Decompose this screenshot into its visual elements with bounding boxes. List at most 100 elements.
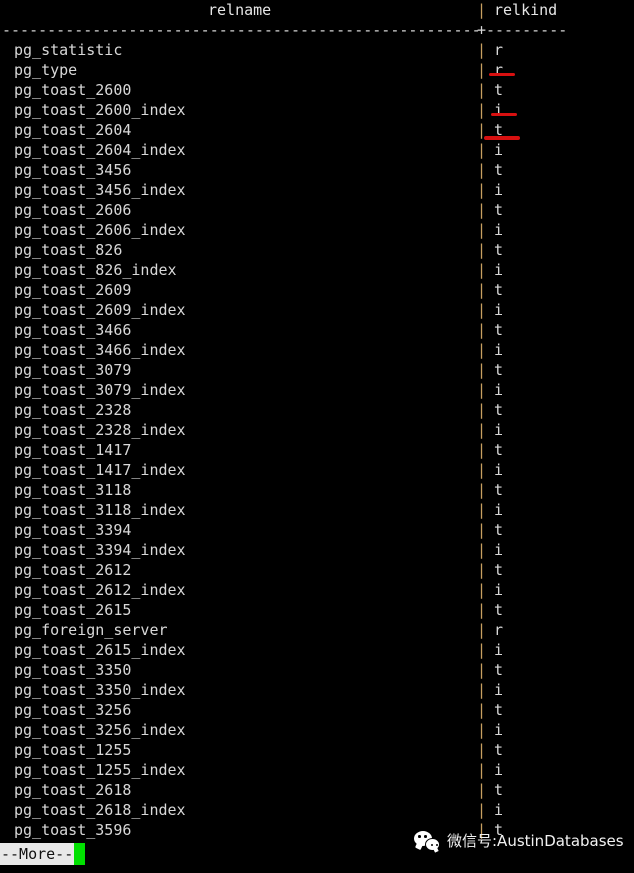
cell-relkind: t [494,241,504,259]
table-row: pg_foreign_server | r [0,620,634,640]
cell-relname: pg_toast_1255 [14,741,132,759]
cell-relname: pg_toast_2606 [14,201,132,219]
cell-relname: pg_toast_3350 [14,661,132,679]
cell-relkind: i [494,681,504,699]
cell-relname: pg_toast_2618_index [14,801,186,819]
table-row: pg_toast_2618 | t [0,780,634,800]
cell-relname: pg_toast_3350_index [14,681,186,699]
table-row: pg_toast_3256_index | i [0,720,634,740]
cell-relkind: t [494,361,504,379]
cell-relname: pg_toast_2612 [14,561,132,579]
row-divider-pipe: | [477,701,487,719]
cell-relkind: i [494,421,504,439]
table-row: pg_toast_2606_index | i [0,220,634,240]
cell-relkind: i [494,381,504,399]
cell-relkind: t [494,81,504,99]
table-header-row: relname | relkind [0,0,634,20]
cell-relname: pg_toast_1417_index [14,461,186,479]
row-divider-pipe: | [477,361,487,379]
row-divider-pipe: | [477,61,487,79]
table-row: pg_toast_2328_index | i [0,420,634,440]
cell-relname: pg_toast_2606_index [14,221,186,239]
cell-relname: pg_toast_2609_index [14,301,186,319]
table-row: pg_toast_3456_index | i [0,180,634,200]
row-divider-pipe: | [477,321,487,339]
cell-relkind: t [494,701,504,719]
row-divider-pipe: | [477,421,487,439]
cell-relkind: i [494,341,504,359]
row-divider-pipe: | [477,301,487,319]
cell-relname: pg_toast_3118_index [14,501,186,519]
cell-relkind: i [494,141,504,159]
row-divider-pipe: | [477,661,487,679]
cell-relkind: t [494,161,504,179]
cell-relname: pg_toast_826 [14,241,123,259]
cell-relkind: t [494,521,504,539]
cell-relname: pg_toast_3118 [14,481,132,499]
row-divider-pipe: | [477,561,487,579]
table-row: pg_toast_2328 | t [0,400,634,420]
table-row: pg_statistic | r [0,40,634,60]
cell-relname: pg_toast_3466 [14,321,132,339]
cell-relkind: t [494,601,504,619]
table-row: pg_toast_2609 | t [0,280,634,300]
cell-relkind: i [494,761,504,779]
row-divider-pipe: | [477,521,487,539]
column-header-relname: relname [208,1,272,19]
cell-relname: pg_toast_2609 [14,281,132,299]
cell-relkind: r [494,41,504,59]
table-row: pg_toast_2606 | t [0,200,634,220]
cell-relname: pg_toast_2612_index [14,581,186,599]
pager-more-label: --More-- [0,843,75,865]
table-row: pg_toast_2600_index | i [0,100,634,120]
cell-relname: pg_toast_3394_index [14,541,186,559]
row-divider-pipe: | [477,481,487,499]
table-row: pg_toast_3118_index | i [0,500,634,520]
cell-relkind: t [494,201,504,219]
table-row: pg_toast_2612 | t [0,560,634,580]
separator-right: --------- [486,21,568,39]
table-row: pg_toast_3394 | t [0,520,634,540]
cell-relname: pg_toast_3079 [14,361,132,379]
cell-relname: pg_toast_2618 [14,781,132,799]
table-row: pg_toast_3256 | t [0,700,634,720]
cell-relname: pg_toast_2600 [14,81,132,99]
cell-relname: pg_toast_3394 [14,521,132,539]
cell-relname: pg_toast_3466_index [14,341,186,359]
row-divider-pipe: | [477,121,487,139]
cell-relname: pg_toast_2615 [14,601,132,619]
cell-relname: pg_toast_3256 [14,701,132,719]
cell-relkind: i [494,261,504,279]
cell-relname: pg_toast_2604_index [14,141,186,159]
table-row: pg_toast_3350_index | i [0,680,634,700]
table-row: pg_toast_2618_index | i [0,800,634,820]
cell-relname: pg_toast_3079_index [14,381,186,399]
cell-relkind: i [494,301,504,319]
table-row: pg_toast_1417_index | i [0,460,634,480]
table-row: pg_toast_2604 | t [0,120,634,140]
cell-relname: pg_toast_2604 [14,121,132,139]
separator-plus: + [477,21,487,39]
cell-relkind: i [494,541,504,559]
cell-relname: pg_toast_1255_index [14,761,186,779]
pager-more-prompt[interactable]: --More-- [0,843,86,865]
column-divider-pipe: | [477,1,487,19]
cell-relkind: i [494,501,504,519]
cell-relname: pg_toast_3596 [14,821,132,839]
cell-relname: pg_toast_3256_index [14,721,186,739]
table-row: pg_toast_826_index | i [0,260,634,280]
table-row: pg_toast_3466 | t [0,320,634,340]
row-divider-pipe: | [477,621,487,639]
terminal-window: relname | relkind ----------------------… [0,0,634,873]
cell-relkind: i [494,461,504,479]
cell-relname: pg_statistic [14,41,123,59]
table-row: pg_toast_3079 | t [0,360,634,380]
watermark-text: 微信号:AustinDatabases [447,831,624,850]
table-row: pg_toast_2615 | t [0,600,634,620]
row-divider-pipe: | [477,721,487,739]
table-row: pg_type | r [0,60,634,80]
cell-relkind: i [494,721,504,739]
cell-relkind: t [494,441,504,459]
table-row: pg_toast_2604_index | i [0,140,634,160]
cell-relname: pg_type [14,61,78,79]
